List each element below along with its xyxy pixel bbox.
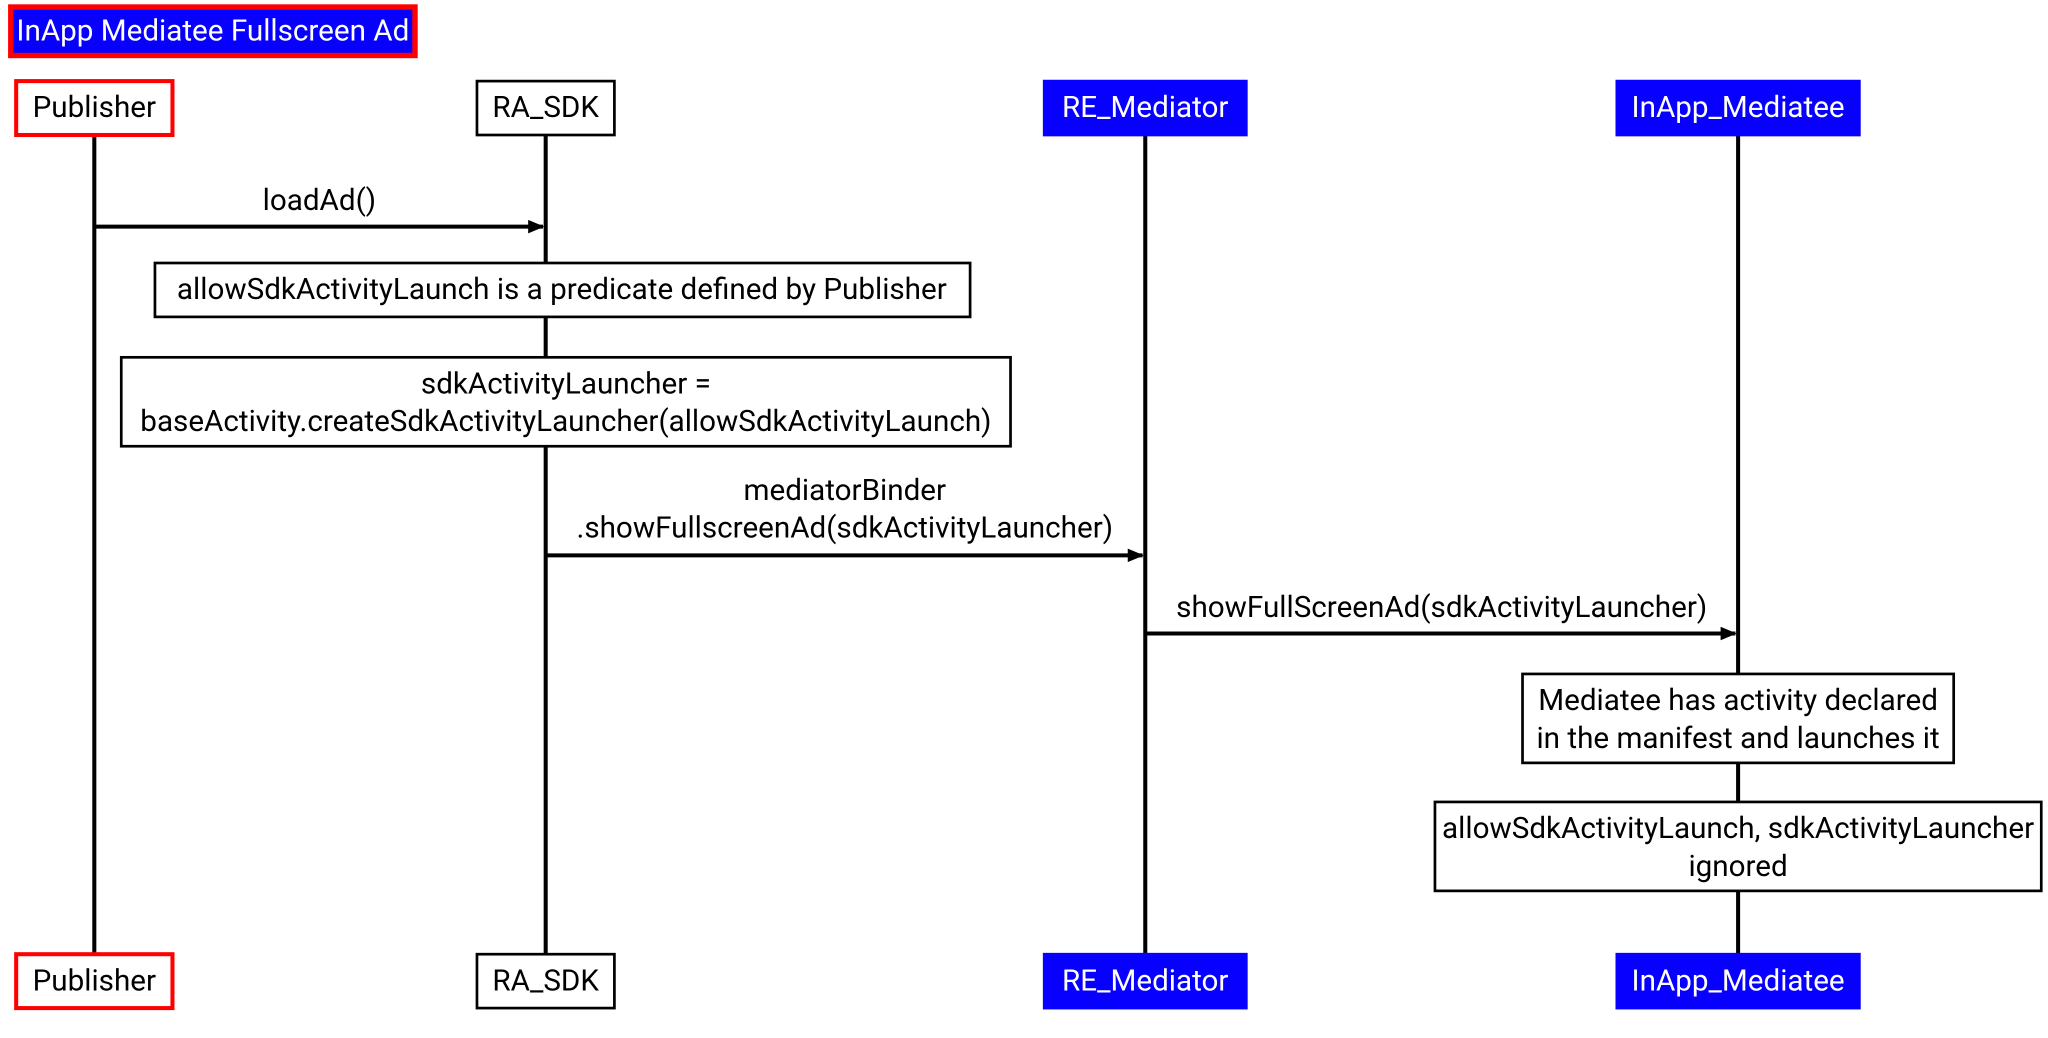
note-mediatee-line2: in the manifest and launches it	[1536, 722, 1939, 756]
msg-loadad-label: loadAd()	[263, 184, 376, 218]
note-launcher-line1: sdkActivityLauncher =	[421, 367, 711, 401]
note-predicate-label: allowSdkActivityLaunch is a predicate de…	[177, 273, 947, 307]
sequence-diagram: InApp Mediatee Fullscreen Ad Publisher R…	[0, 0, 2048, 1038]
actor-ra-sdk-top-label: RA_SDK	[492, 91, 599, 125]
actor-publisher-bottom-label: Publisher	[33, 964, 156, 998]
note-mediatee-line1: Mediatee has activity declared	[1538, 684, 1938, 718]
note-launcher-line2: baseActivity.createSdkActivityLauncher(a…	[140, 405, 991, 439]
msg-mediatorbinder-line1: mediatorBinder	[744, 474, 947, 508]
note-ignored-line2: ignored	[1688, 850, 1787, 884]
actor-publisher-top-label: Publisher	[33, 91, 156, 125]
actor-inapp-mediatee-bottom-label: InApp_Mediatee	[1632, 964, 1845, 998]
actor-inapp-mediatee-top-label: InApp_Mediatee	[1632, 91, 1845, 125]
msg-showfullscreenad-label: showFullScreenAd(sdkActivityLauncher)	[1176, 591, 1707, 625]
diagram-title: InApp Mediatee Fullscreen Ad	[16, 14, 409, 48]
actor-re-mediator-bottom-label: RE_Mediator	[1062, 964, 1228, 998]
actor-ra-sdk-bottom-label: RA_SDK	[492, 964, 599, 998]
note-ignored-line1: allowSdkActivityLaunch, sdkActivityLaunc…	[1442, 812, 2034, 846]
actor-re-mediator-top-label: RE_Mediator	[1062, 91, 1228, 125]
msg-mediatorbinder-line2: .showFullscreenAd(sdkActivityLauncher)	[577, 512, 1114, 546]
